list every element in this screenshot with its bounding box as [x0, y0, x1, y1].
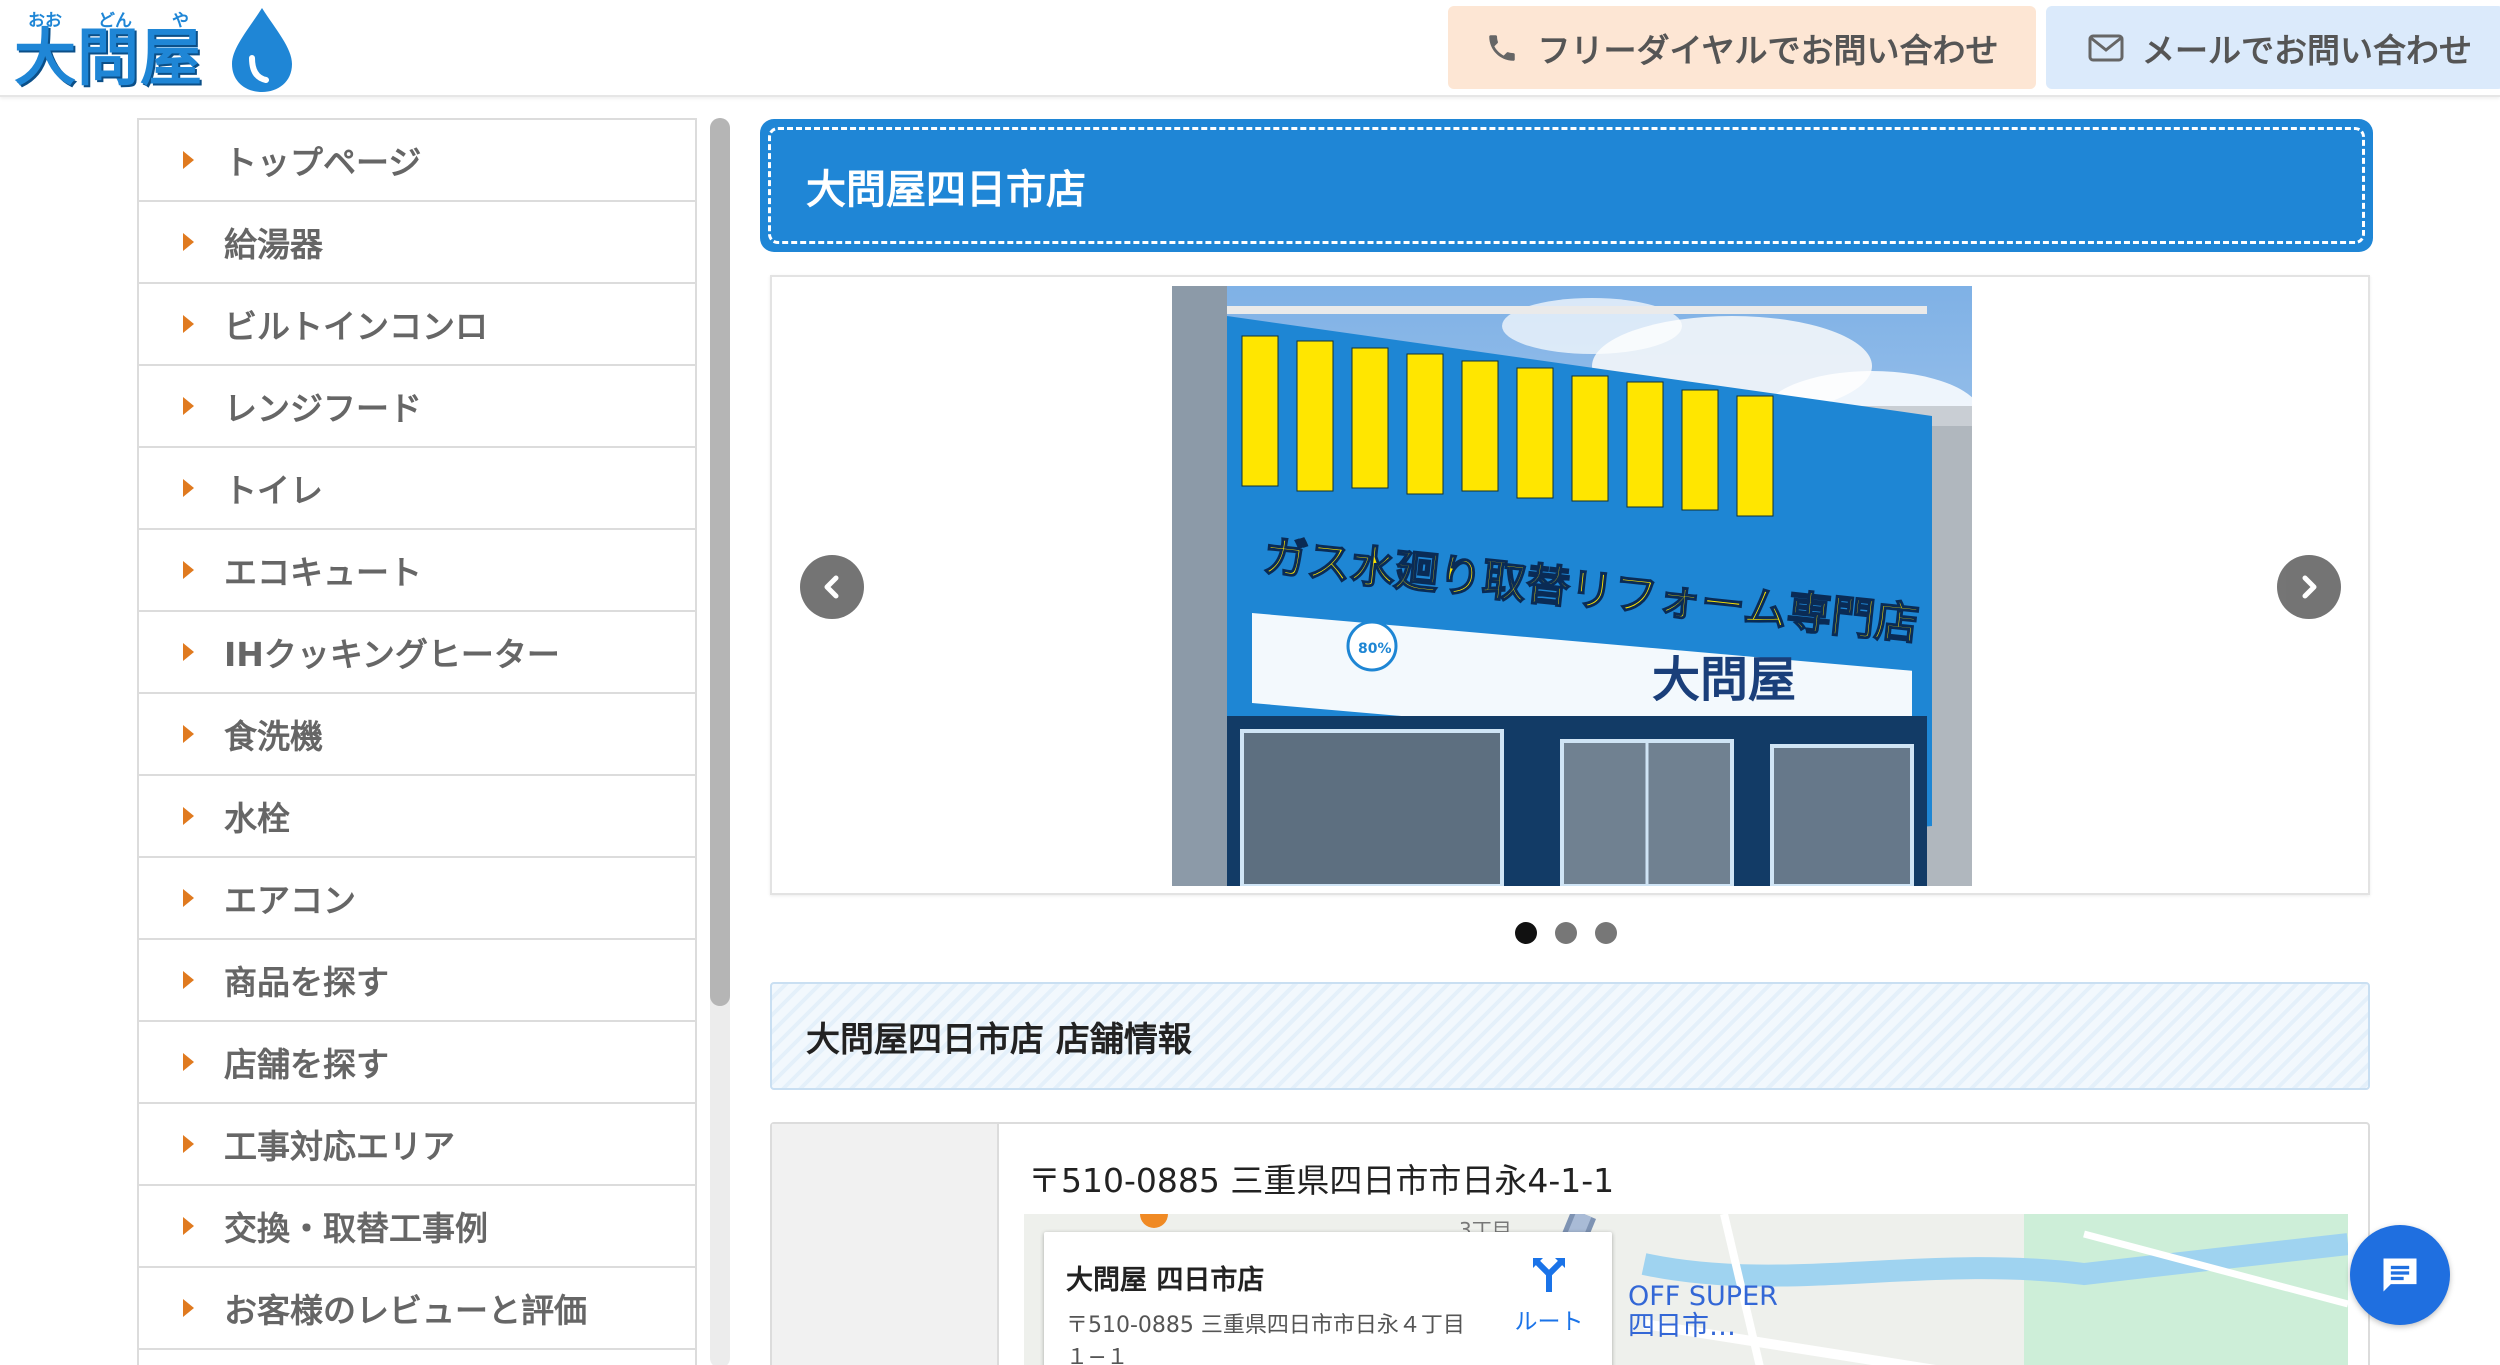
- sidebar-item-range-hood[interactable]: レンジフード: [139, 366, 695, 448]
- sidebar-item-label: トイレ: [224, 471, 323, 510]
- site-header: おお どん や 大問屋 フリーダイヤルでお問い合わせ メールでお問い合わせ: [0, 0, 2500, 97]
- freedial-contact-button[interactable]: フリーダイヤルでお問い合わせ: [1448, 6, 2036, 89]
- sidebar-item-faucet[interactable]: 水栓: [139, 776, 695, 858]
- chat-icon: [2383, 1258, 2417, 1292]
- water-drop-icon: [232, 8, 292, 92]
- directions-icon: [1533, 1258, 1565, 1292]
- sidebar-item-label: エアコン: [224, 881, 356, 920]
- map-route-label: ルート: [1514, 1309, 1584, 1335]
- caret-right-icon: [183, 397, 194, 415]
- sidebar-item-label: 給湯器: [224, 225, 323, 264]
- table-label-cell: [772, 1124, 999, 1365]
- store-info-heading-box: 大問屋四日市店 店舗情報: [770, 982, 2370, 1090]
- map-route-button[interactable]: ルート: [1499, 1254, 1599, 1336]
- map-place-label[interactable]: OFF SUPER 四日市…: [1628, 1282, 1778, 1342]
- slider-pagination: [1515, 922, 1635, 944]
- caret-right-icon: [183, 561, 194, 579]
- caret-right-icon: [183, 971, 194, 989]
- slider-next-button[interactable]: [2277, 555, 2341, 619]
- sidebar-item-label: レンジフード: [224, 389, 422, 428]
- sidebar-item-label: お客様のレビューと評価: [224, 1291, 587, 1330]
- sidebar-item-label: 交換・取替工事例: [224, 1209, 488, 1248]
- scrollbar-thumb[interactable]: [710, 118, 730, 1006]
- sidebar-item-toilet[interactable]: トイレ: [139, 448, 695, 530]
- sidebar-item-water-heater[interactable]: 給湯器: [139, 202, 695, 284]
- caret-right-icon: [183, 807, 194, 825]
- site-logo[interactable]: おお どん や 大問屋: [14, 4, 294, 94]
- sidebar-item-label: 食洗機: [224, 717, 323, 756]
- sidebar-item-reviews[interactable]: お客様のレビューと評価: [139, 1268, 695, 1350]
- store-address: 〒510-0885 三重県四日市市日永4-1-1: [1028, 1161, 1615, 1200]
- sidebar-item-label: 商品を探す: [224, 963, 389, 1002]
- page-title-frame: 大問屋四日市店: [768, 127, 2365, 244]
- google-map[interactable]: 3丁目 OFF SUPER 四日市… 大問屋 四日市店 〒510-0885 三重…: [1024, 1214, 2348, 1365]
- storefront-illustration: ガス水廻り取替リフォーム専門店 80% 大問屋: [1172, 286, 1972, 886]
- page-title: 大問屋四日市店: [806, 166, 1086, 213]
- sidebar-nav: トップページ 給湯器 ビルトインコンロ レンジフード トイレ エコキュート IH…: [137, 118, 697, 1365]
- slider-dot-3[interactable]: [1595, 922, 1617, 944]
- svg-text:80%: 80%: [1358, 641, 1392, 657]
- map-place-text: OFF SUPER 四日市…: [1628, 1281, 1778, 1342]
- logo-text: 大問屋: [14, 21, 204, 94]
- sidebar-item-top[interactable]: トップページ: [139, 120, 695, 202]
- page-title-banner: 大問屋四日市店: [760, 119, 2373, 252]
- store-info-heading: 大問屋四日市店 店舗情報: [806, 1019, 1192, 1060]
- sidebar-item-label: ビルトインコンロ: [224, 307, 488, 346]
- sidebar-item-label: トップページ: [224, 143, 422, 182]
- sidebar-item-label: 水栓: [224, 799, 290, 838]
- mail-icon: [2088, 33, 2124, 63]
- sidebar-item-label: エコキュート: [224, 553, 422, 592]
- map-card-title: 大問屋 四日市店: [1066, 1265, 1265, 1296]
- caret-right-icon: [183, 233, 194, 251]
- phone-icon: [1485, 31, 1519, 65]
- caret-right-icon: [183, 889, 194, 907]
- sidebar-item-ecocute[interactable]: エコキュート: [139, 530, 695, 612]
- slider-dot-1[interactable]: [1515, 922, 1537, 944]
- store-photo: ガス水廻り取替リフォーム専門店 80% 大問屋: [1172, 286, 1972, 886]
- store-info-table: 〒510-0885 三重県四日市市日永4-1-1 3丁目 OFF SUPER 四…: [770, 1122, 2370, 1365]
- caret-right-icon: [183, 725, 194, 743]
- caret-right-icon: [183, 1299, 194, 1317]
- sidebar-item-label: 工事対応エリア: [224, 1127, 455, 1166]
- caret-right-icon: [183, 1217, 194, 1235]
- mail-contact-label: メールでお問い合わせ: [2142, 30, 2472, 70]
- storefront-brand-text: 大問屋: [1652, 652, 1796, 708]
- sidebar-scrollbar[interactable]: [710, 118, 730, 1365]
- mail-contact-button[interactable]: メールでお問い合わせ: [2046, 6, 2500, 89]
- sidebar-item-dishwasher[interactable]: 食洗機: [139, 694, 695, 776]
- store-image-slider: ガス水廻り取替リフォーム専門店 80% 大問屋: [770, 275, 2370, 895]
- sidebar-item-aircon[interactable]: エアコン: [139, 858, 695, 940]
- slider-dot-2[interactable]: [1555, 922, 1577, 944]
- chevron-right-icon: [2302, 575, 2317, 599]
- freedial-contact-label: フリーダイヤルでお問い合わせ: [1537, 30, 1999, 70]
- sidebar-item-label: 店舗を探す: [224, 1045, 389, 1084]
- chevron-left-icon: [824, 575, 839, 599]
- sidebar-item-builtin-stove[interactable]: ビルトインコンロ: [139, 284, 695, 366]
- map-card-address: 〒510-0885 三重県四日市市日永４丁目１−１: [1066, 1313, 1465, 1365]
- sidebar-item-label: IHクッキングヒーター: [224, 635, 560, 674]
- slider-prev-button[interactable]: [800, 555, 864, 619]
- sidebar-item-find-product[interactable]: 商品を探す: [139, 940, 695, 1022]
- chat-widget-button[interactable]: [2350, 1225, 2450, 1325]
- caret-right-icon: [183, 479, 194, 497]
- sidebar-item-service-area[interactable]: 工事対応エリア: [139, 1104, 695, 1186]
- sidebar-item-ih-heater[interactable]: IHクッキングヒーター: [139, 612, 695, 694]
- caret-right-icon: [183, 151, 194, 169]
- caret-right-icon: [183, 315, 194, 333]
- caret-right-icon: [183, 1053, 194, 1071]
- sidebar-item-work-examples[interactable]: 交換・取替工事例: [139, 1186, 695, 1268]
- map-info-card: 大問屋 四日市店 〒510-0885 三重県四日市市日永４丁目１−１ ルート: [1044, 1232, 1612, 1365]
- sidebar-item-find-store[interactable]: 店舗を探す: [139, 1022, 695, 1104]
- caret-right-icon: [183, 1135, 194, 1153]
- caret-right-icon: [183, 643, 194, 661]
